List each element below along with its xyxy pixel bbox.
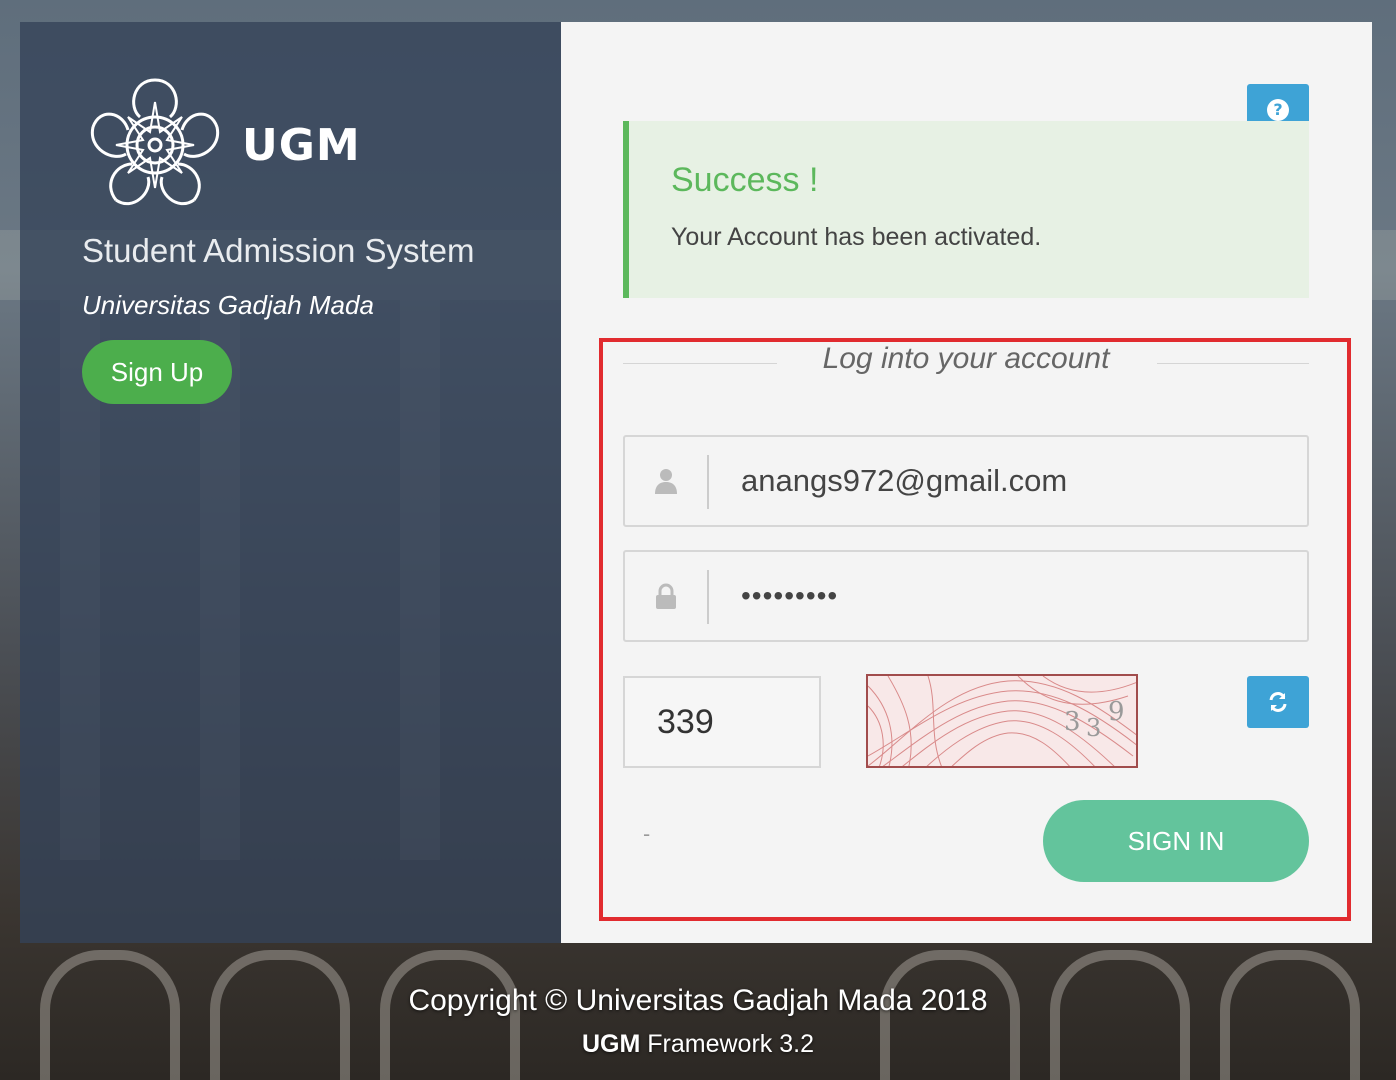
branding-panel: UGM Student Admission System Universitas… <box>20 22 561 943</box>
captcha-input[interactable]: 339 <box>623 676 821 768</box>
user-icon <box>625 437 707 525</box>
refresh-captcha-button[interactable] <box>1247 676 1309 728</box>
svg-text:3: 3 <box>1086 714 1101 742</box>
logo: UGM <box>82 72 361 218</box>
university-name: Universitas Gadjah Mada <box>82 290 374 320</box>
forgot-link[interactable]: - <box>643 822 650 846</box>
password-value[interactable]: ••••••••• <box>741 552 838 640</box>
captcha-text: 3 <box>1064 707 1081 737</box>
refresh-icon <box>1269 692 1287 712</box>
sign-up-button[interactable]: Sign Up <box>82 340 232 404</box>
copyright-text: Copyright © Universitas Gadjah Mada 2018 <box>408 984 988 1017</box>
ugm-emblem-icon <box>90 78 220 206</box>
login-legend: Log into your account <box>822 342 1110 375</box>
login-panel: ? Success ! Your Account has been activa… <box>561 22 1372 943</box>
alert-title: Success ! <box>671 161 819 199</box>
captcha-image: 3 3 9 <box>866 674 1138 768</box>
app-title: Student Admission System <box>82 232 475 269</box>
framework-label: Framework 3.2 <box>640 1030 814 1058</box>
field-separator <box>707 570 709 624</box>
password-field[interactable]: ••••••••• <box>623 550 1309 642</box>
success-alert: Success ! Your Account has been activate… <box>623 121 1309 298</box>
lock-icon <box>625 552 707 640</box>
question-icon: ? <box>1267 99 1289 121</box>
footer: Copyright © Universitas Gadjah Mada 2018… <box>0 984 1396 1059</box>
sign-in-button[interactable]: SIGN IN <box>1043 800 1309 882</box>
svg-text:9: 9 <box>1108 697 1125 727</box>
framework-brand: UGM <box>582 1030 641 1058</box>
field-separator <box>707 455 709 509</box>
framework-version: UGM Framework 3.2 <box>0 1030 1396 1059</box>
username-field[interactable]: anangs972@gmail.com <box>623 435 1309 527</box>
logo-text: UGM <box>242 119 361 171</box>
alert-message: Your Account has been activated. <box>671 223 1042 251</box>
username-value[interactable]: anangs972@gmail.com <box>741 437 1067 525</box>
